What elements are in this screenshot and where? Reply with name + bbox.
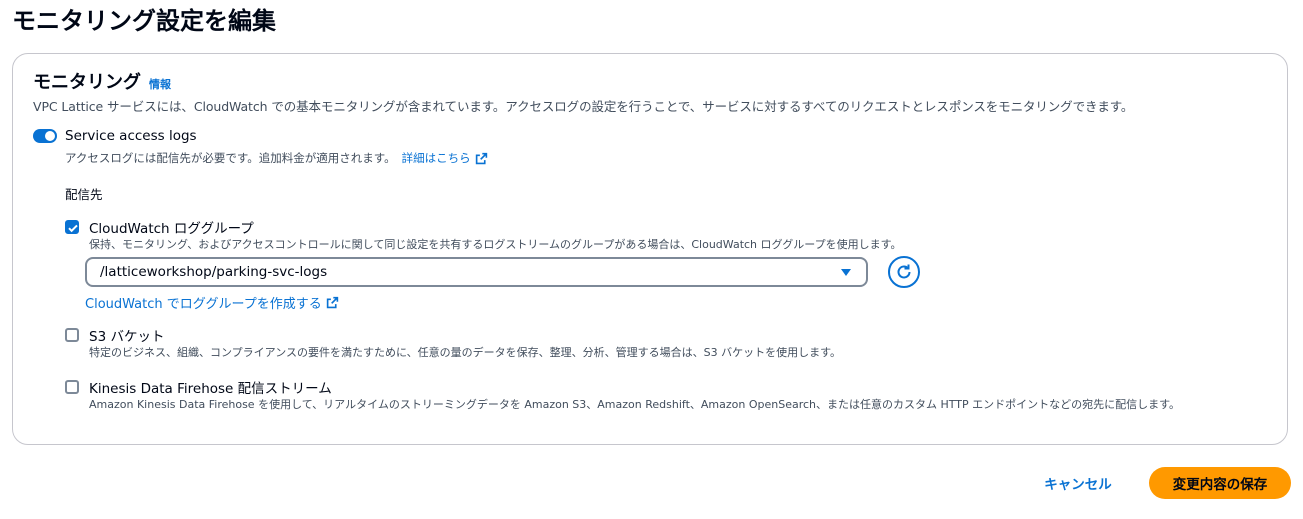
access-logs-label: Service access logs [65,128,197,144]
kinesis-label: Kinesis Data Firehose 配信ストリーム [89,381,332,397]
kinesis-description: Amazon Kinesis Data Firehose を使用して、リアルタイ… [89,398,1181,411]
destination-label: 配信先 [65,187,103,202]
log-group-select-value: /latticeworkshop/parking-svc-logs [100,264,328,280]
cancel-button[interactable]: キャンセル [1036,467,1120,499]
access-logs-description: アクセスログには配信先が必要です。追加料金が適用されます。 [65,151,396,165]
cloudwatch-description: 保持、モニタリング、およびアクセスコントロールに関して同じ設定を共有するログスト… [89,238,902,251]
cloudwatch-option: CloudWatch ロググループ [65,217,254,237]
log-group-select[interactable]: /latticeworkshop/parking-svc-logs [85,257,868,287]
details-link-label: 詳細はこちら [401,151,471,165]
section-title: モニタリング [33,72,141,93]
section-description: VPC Lattice サービスには、CloudWatch での基本モニタリング… [33,99,1134,114]
kinesis-option: Kinesis Data Firehose 配信ストリーム [65,377,332,397]
checkmark-icon [68,224,78,233]
access-logs-description-row: アクセスログには配信先が必要です。追加料金が適用されます。 詳細はこちら [65,150,488,166]
s3-checkbox[interactable] [65,328,79,342]
save-changes-button[interactable]: 変更内容の保存 [1149,467,1291,499]
access-logs-toggle-row: Service access logs [33,128,197,144]
access-logs-toggle[interactable] [33,129,57,143]
page-title: モニタリング設定を編集 [12,7,276,35]
create-log-group-label: CloudWatch でロググループを作成する [85,297,322,312]
section-header: モニタリング 情報 [33,68,171,94]
s3-label: S3 バケット [89,329,165,345]
toggle-knob [45,131,55,141]
s3-option: S3 バケット [65,325,164,345]
create-log-group-link[interactable]: CloudWatch でロググループを作成する [85,293,339,312]
refresh-icon [897,264,911,279]
cloudwatch-label: CloudWatch ロググループ [89,221,254,237]
external-link-icon [326,296,338,309]
kinesis-checkbox[interactable] [65,380,79,394]
cloudwatch-checkbox[interactable] [65,220,79,234]
external-link-icon [475,152,487,164]
info-link[interactable]: 情報 [149,76,171,92]
monitoring-panel: モニタリング 情報 VPC Lattice サービスには、CloudWatch … [12,53,1288,445]
s3-description: 特定のビジネス、組織、コンプライアンスの要件を満たすために、任意の量のデータを保… [89,346,842,359]
details-link[interactable]: 詳細はこちら [402,150,488,166]
refresh-button[interactable] [888,256,920,288]
caret-down-icon [841,269,851,276]
